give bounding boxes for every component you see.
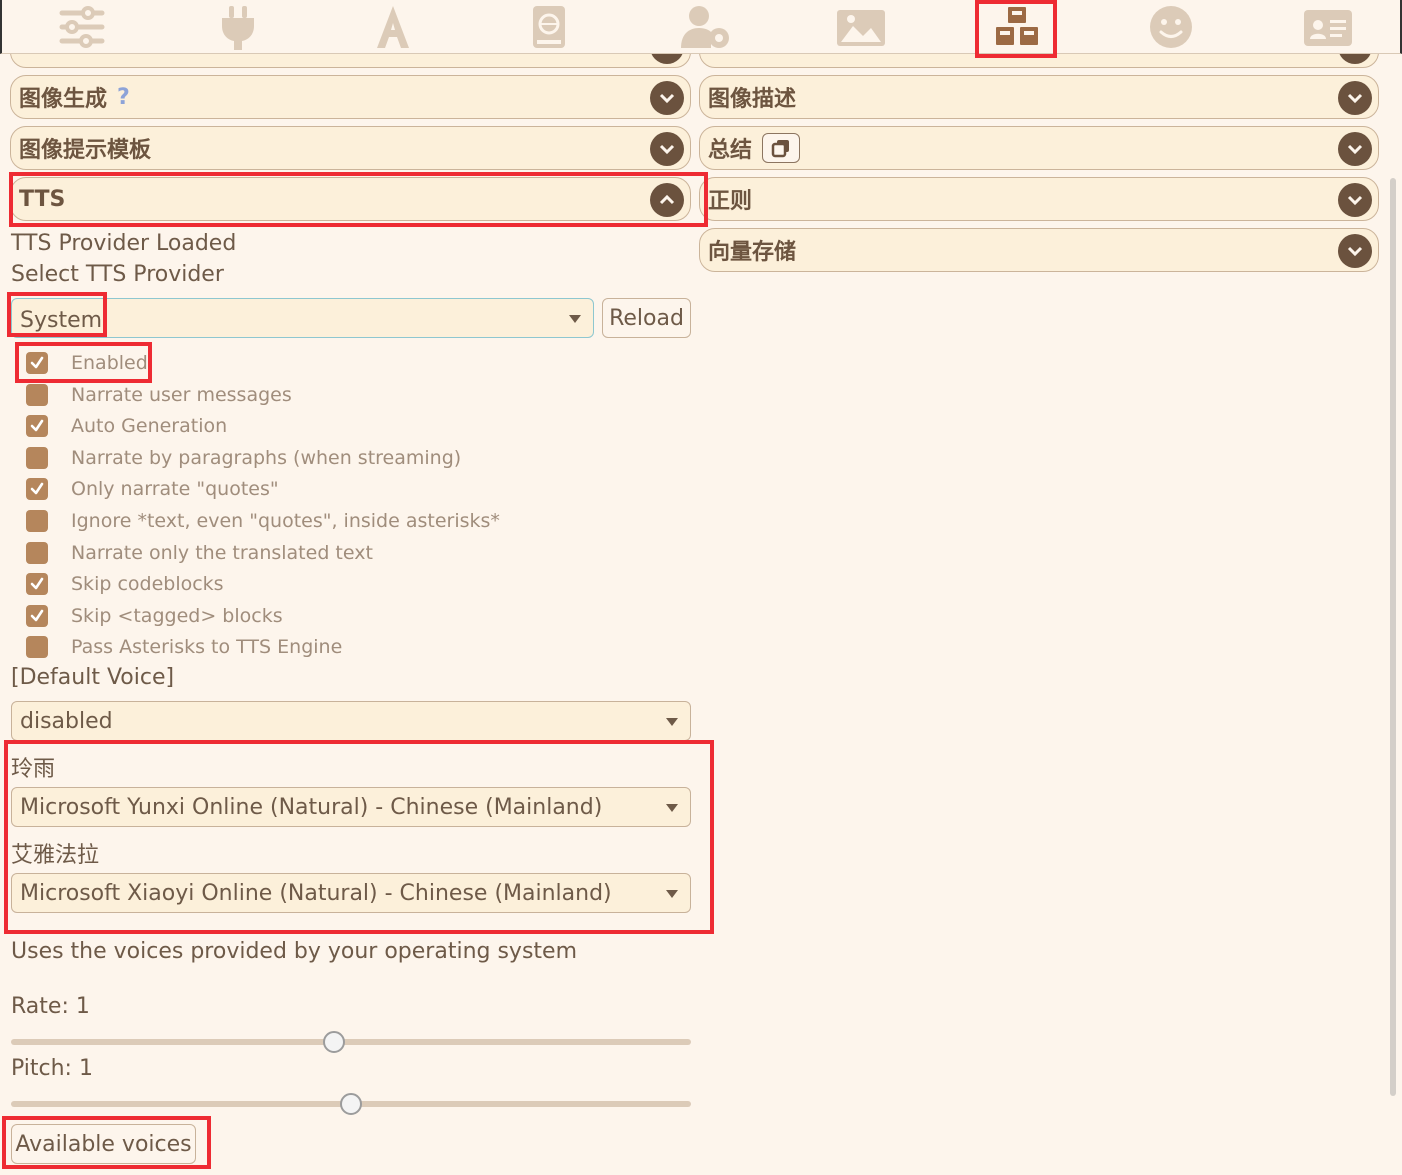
tts-option-row[interactable]: Narrate by paragraphs (when streaming) [26,445,461,471]
chevron-down-icon [666,890,678,898]
tts-option-label: Narrate by paragraphs (when streaming) [71,447,462,469]
checkbox-unchecked-icon[interactable] [26,636,48,658]
tts-option-row[interactable]: Skip <tagged> blocks [26,603,283,629]
tts-option-row[interactable]: Auto Generation [26,413,227,439]
tts-option-row[interactable]: Pass Asterisks to TTS Engine [26,634,342,660]
checkbox-unchecked-icon[interactable] [26,447,48,469]
drawer-tts[interactable]: TTS [10,177,691,221]
chevron-down-icon[interactable] [650,81,684,115]
regex-title: 正则 [708,189,753,214]
character-voice-value-1: Microsoft Yunxi Online (Natural) - Chine… [20,794,603,820]
drawer-title-wrap: 总结 [708,132,801,164]
tts-title: TTS [19,186,66,212]
user-gear-icon[interactable] [675,4,735,50]
copy-icon[interactable] [762,133,801,163]
drawer-image-prompt-templates[interactable]: 图像提示模板 [10,126,691,170]
chevron-down-icon[interactable] [1338,81,1372,115]
rate-slider-thumb[interactable] [323,1031,345,1053]
chevron-down-icon[interactable] [1338,183,1372,217]
tts-option-row[interactable]: Enabled [26,350,148,376]
checkbox-checked-icon[interactable] [26,478,48,500]
checkbox-checked-icon[interactable] [26,415,48,437]
checkbox-unchecked-icon[interactable] [26,384,48,406]
drawer-image-generation[interactable]: 图像生成 ? [10,75,691,119]
character-voice-value-2: Microsoft Xiaoyi Online (Natural) - Chin… [20,880,612,906]
tts-provider-value: System [20,307,103,333]
font-icon[interactable] [363,4,423,50]
rate-slider[interactable] [11,1039,691,1045]
tts-option-label: Auto Generation [71,415,228,437]
tts-option-row[interactable]: Only narrate "quotes" [26,476,279,502]
tts-option-row[interactable]: Narrate only the translated text [26,540,373,566]
sliders-icon[interactable] [52,4,112,50]
help-icon[interactable]: ? [117,85,130,110]
character-voice-select-1[interactable]: Microsoft Yunxi Online (Natural) - Chine… [11,787,691,827]
character-voice-select-2[interactable]: Microsoft Xiaoyi Online (Natural) - Chin… [11,873,691,913]
default-voice-label: [Default Voice] [11,665,175,690]
tts-option-row[interactable]: Narrate user messages [26,382,292,408]
chevron-down-icon [569,315,581,323]
chevron-up-icon[interactable] [650,183,684,217]
checkbox-unchecked-icon[interactable] [26,542,48,564]
drawer-title-wrap: 图像生成 ? [19,81,130,113]
tts-option-label: Narrate user messages [71,384,292,406]
vector-storage-title: 向量存储 [708,240,797,265]
tts-option-row[interactable]: Ignore *text, even "quotes", inside aste… [26,508,500,534]
id-card-icon[interactable] [1298,4,1358,50]
image-icon[interactable] [831,4,891,50]
checkbox-checked-icon[interactable] [26,605,48,627]
drawer-image-captioning[interactable]: 图像描述 [699,75,1379,119]
available-voices-button[interactable]: Available voices [11,1124,196,1164]
summarize-title: 总结 [708,138,753,163]
image-captioning-title: 图像描述 [708,87,797,112]
rate-label: Rate: 1 [11,994,90,1019]
plug-icon[interactable] [208,4,268,50]
tts-option-row[interactable]: Skip codeblocks [26,571,224,597]
tts-provider-status: TTS Provider Loaded [11,231,237,256]
drawer-summarize[interactable]: 总结 [699,126,1379,170]
chevron-down-icon [666,718,678,726]
scrollbar[interactable] [1390,178,1396,1096]
chevron-down-icon [666,804,678,812]
chevron-down-icon[interactable] [1338,132,1372,166]
checkbox-unchecked-icon[interactable] [26,510,48,532]
tts-option-label: Pass Asterisks to TTS Engine [71,636,343,658]
book-globe-icon[interactable] [519,4,579,50]
smile-icon[interactable] [1141,4,1201,50]
tts-option-label: Narrate only the translated text [71,542,373,564]
character-name-1: 玲雨 [11,757,56,782]
drawer-vector-storage[interactable]: 向量存储 [699,228,1379,272]
reload-button[interactable]: Reload [602,298,691,338]
tts-option-label: Ignore *text, even "quotes", inside aste… [71,510,500,532]
checkbox-checked-icon[interactable] [26,352,48,374]
chevron-down-icon[interactable] [650,132,684,166]
tts-option-label: Skip <tagged> blocks [71,605,283,627]
default-voice-select[interactable]: disabled [11,701,691,741]
provider-description: Uses the voices provided by your operati… [11,939,578,964]
chevron-down-icon[interactable] [1338,234,1372,268]
pitch-slider-thumb[interactable] [340,1093,362,1115]
image-prompt-templates-title: 图像提示模板 [19,138,152,163]
tts-option-label: Enabled [71,352,148,374]
top-nav-bar [0,0,1402,54]
tts-provider-select[interactable]: System [11,298,594,338]
select-provider-label: Select TTS Provider [11,262,224,287]
checkbox-checked-icon[interactable] [26,573,48,595]
tts-option-label: Only narrate "quotes" [71,478,279,500]
default-voice-value: disabled [20,708,113,734]
image-generation-title: 图像生成 [19,87,108,112]
pitch-label: Pitch: 1 [11,1056,93,1081]
tts-option-label: Skip codeblocks [71,573,224,595]
drawer-regex[interactable]: 正则 [699,177,1379,221]
character-name-2: 艾雅法拉 [11,843,100,868]
cubes-icon[interactable] [987,4,1047,50]
